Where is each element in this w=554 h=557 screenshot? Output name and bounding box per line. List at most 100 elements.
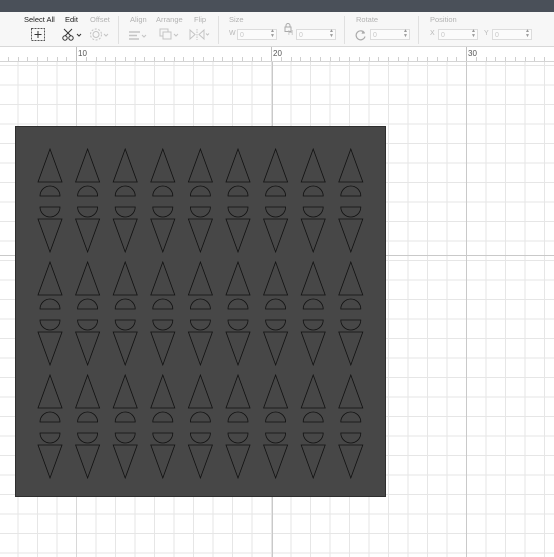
half-circle-bottom-shape xyxy=(114,432,136,444)
design-object[interactable] xyxy=(15,126,386,497)
ruler-tick xyxy=(359,57,360,61)
triangle-down-shape xyxy=(187,218,213,254)
triangle-down-shape xyxy=(112,218,138,254)
ruler-tick xyxy=(261,57,262,61)
ruler-tick xyxy=(125,57,126,61)
half-circle-top-shape xyxy=(227,298,249,310)
half-circle-bottom-shape xyxy=(39,432,61,444)
triangle-down-shape xyxy=(75,218,101,254)
half-circle-bottom-shape xyxy=(302,319,324,331)
rotate-label: Rotate xyxy=(356,15,379,24)
triangle-up-shape xyxy=(37,147,63,183)
triangle-up-shape xyxy=(37,260,63,296)
ruler-tick xyxy=(398,57,399,61)
triangle-up-shape xyxy=(263,373,289,409)
position-y-label: Y xyxy=(484,30,489,37)
arrange-button[interactable] xyxy=(159,28,181,46)
half-circle-top-shape xyxy=(340,185,362,197)
height-stepper[interactable]: ▲ ▼ xyxy=(329,29,334,39)
half-circle-bottom-shape xyxy=(189,432,211,444)
triangle-up-shape xyxy=(187,260,213,296)
half-circle-top-shape xyxy=(77,411,99,423)
ruler-tick xyxy=(252,57,253,61)
select-all-button[interactable] xyxy=(31,28,45,46)
ruler-tick xyxy=(388,57,389,61)
position-y-stepper[interactable]: ▲ ▼ xyxy=(525,29,530,39)
ruler-tick xyxy=(437,57,438,61)
triangle-down-shape xyxy=(150,331,176,367)
ruler-tick xyxy=(105,57,106,61)
triangle-down-shape xyxy=(263,331,289,367)
half-circle-bottom-shape xyxy=(340,432,362,444)
half-circle-bottom-shape xyxy=(340,319,362,331)
ruler-tick xyxy=(330,57,331,61)
half-circle-top-shape xyxy=(189,298,211,310)
triangle-up-shape xyxy=(263,147,289,183)
arrange-icon xyxy=(159,28,179,40)
triangle-down-shape xyxy=(150,218,176,254)
half-circle-bottom-shape xyxy=(152,432,174,444)
ruler-tick xyxy=(144,57,145,61)
toolbar-divider xyxy=(118,16,119,44)
triangle-up-shape xyxy=(112,147,138,183)
offset-button[interactable] xyxy=(90,28,110,46)
half-circle-bottom-shape xyxy=(39,206,61,218)
ruler-tick xyxy=(534,57,535,61)
triangle-up-shape xyxy=(225,147,251,183)
half-circle-top-shape xyxy=(302,185,324,197)
offset-icon xyxy=(90,28,109,41)
triangle-down-shape xyxy=(225,444,251,480)
edit-button[interactable] xyxy=(62,28,82,46)
cut-pattern xyxy=(37,147,364,480)
half-circle-bottom-shape xyxy=(77,319,99,331)
ruler-tick xyxy=(96,57,97,61)
toolbar-divider xyxy=(418,16,419,44)
ruler-tick xyxy=(174,57,175,61)
align-button[interactable] xyxy=(128,29,148,47)
half-circle-top-shape xyxy=(189,411,211,423)
half-circle-top-shape xyxy=(152,185,174,197)
half-circle-top-shape xyxy=(227,185,249,197)
ruler-tick xyxy=(544,57,545,61)
ruler-tick xyxy=(417,57,418,61)
flip-button[interactable] xyxy=(189,28,211,46)
triangle-down-shape xyxy=(338,218,364,254)
half-circle-top-shape xyxy=(152,411,174,423)
toolbar-divider xyxy=(344,16,345,44)
triangle-down-shape xyxy=(300,218,326,254)
width-label: W xyxy=(229,30,236,37)
ruler-tick xyxy=(427,57,428,61)
ruler-tick xyxy=(447,57,448,61)
ruler-tick xyxy=(66,57,67,61)
ruler-tick xyxy=(135,57,136,61)
position-x-label: X xyxy=(430,30,435,37)
half-circle-bottom-shape xyxy=(227,432,249,444)
triangle-up-shape xyxy=(112,260,138,296)
grid-major-line xyxy=(466,62,467,557)
position-x-stepper[interactable]: ▲ ▼ xyxy=(471,29,476,39)
half-circle-bottom-shape xyxy=(302,432,324,444)
ruler-tick xyxy=(183,57,184,61)
ruler-tick xyxy=(525,57,526,61)
ruler-tick xyxy=(291,57,292,61)
width-stepper[interactable]: ▲ ▼ xyxy=(270,29,275,39)
ruler-tick xyxy=(486,57,487,61)
half-circle-top-shape xyxy=(39,298,61,310)
half-circle-bottom-shape xyxy=(265,206,287,218)
height-label: H xyxy=(288,30,294,37)
ruler-tick xyxy=(57,57,58,61)
ruler-tick xyxy=(339,57,340,61)
flip-icon xyxy=(189,28,210,41)
triangle-down-shape xyxy=(187,331,213,367)
triangle-up-shape xyxy=(150,147,176,183)
half-circle-bottom-shape xyxy=(39,319,61,331)
triangle-down-shape xyxy=(263,444,289,480)
ruler-tick xyxy=(47,57,48,61)
ruler-major-tick xyxy=(271,47,272,61)
triangle-down-shape xyxy=(37,444,63,480)
rotate-stepper[interactable]: ▲ ▼ xyxy=(403,29,408,39)
triangle-down-shape xyxy=(338,331,364,367)
ruler-label: 30 xyxy=(468,49,477,58)
triangle-up-shape xyxy=(150,260,176,296)
half-circle-top-shape xyxy=(340,298,362,310)
